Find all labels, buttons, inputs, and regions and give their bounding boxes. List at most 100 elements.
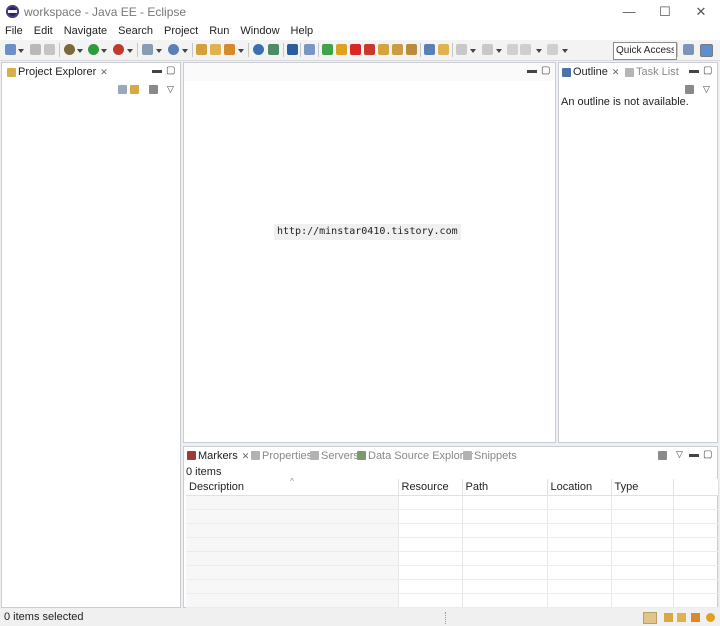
terminate-icon[interactable] (350, 44, 361, 55)
menu-search[interactable]: Search (113, 24, 159, 40)
view-menu-icon[interactable]: ▽ (676, 449, 683, 459)
snippets-icon (463, 451, 472, 460)
resume-icon[interactable] (322, 44, 333, 55)
previous-annotation-icon[interactable] (482, 44, 493, 55)
search-icon[interactable] (224, 44, 235, 55)
external-tools-icon[interactable] (113, 44, 124, 55)
new-class-icon[interactable] (168, 44, 179, 55)
link-with-editor-icon[interactable] (130, 85, 139, 94)
external-tools-dropdown-icon[interactable] (127, 49, 133, 53)
tab-project-explorer[interactable]: Project Explorer ✕ (18, 64, 108, 80)
close-button[interactable]: ✕ (684, 2, 718, 22)
trim-icon[interactable] (691, 613, 700, 622)
close-icon[interactable]: ✕ (100, 67, 108, 77)
outline-tab-header: Outline ✕ Task List ▬ ▢ (559, 63, 717, 81)
quick-access-input[interactable] (613, 42, 677, 60)
minimize-icon[interactable]: ▬ (527, 66, 537, 76)
focus-on-task-icon[interactable] (658, 451, 667, 460)
step-into-icon[interactable] (378, 44, 389, 55)
disconnect-icon[interactable] (364, 44, 375, 55)
close-icon[interactable]: ✕ (612, 67, 620, 77)
tab-markers[interactable]: Markers ✕ (198, 448, 249, 464)
menu-edit[interactable]: Edit (29, 24, 59, 40)
task-icon[interactable] (643, 612, 657, 624)
terminal-icon[interactable] (287, 44, 298, 55)
trim-icon[interactable] (664, 613, 673, 622)
suspend-icon[interactable] (336, 44, 347, 55)
column-resource[interactable]: Resource (398, 479, 463, 496)
tab-task-list[interactable]: Task List (636, 64, 679, 80)
menu-navigate[interactable]: Navigate (59, 24, 113, 40)
run-icon[interactable] (88, 44, 99, 55)
table-row (186, 579, 719, 594)
maximize-icon[interactable]: ▢ (166, 66, 175, 76)
column-filler (673, 479, 719, 496)
column-type[interactable]: Type (611, 479, 674, 496)
step-return-icon[interactable] (406, 44, 417, 55)
menu-run[interactable]: Run (204, 24, 235, 40)
open-type-icon[interactable] (196, 44, 207, 55)
forward-dropdown-icon[interactable] (562, 49, 568, 53)
forward-icon[interactable] (547, 44, 558, 55)
menu-help[interactable]: Help (286, 24, 320, 40)
servers-icon (310, 451, 319, 460)
save-all-icon[interactable] (44, 44, 55, 55)
back-dropdown-icon[interactable] (536, 49, 542, 53)
eclipse-logo-icon (6, 5, 19, 18)
tab-outline[interactable]: Outline ✕ (573, 64, 619, 80)
tab-servers[interactable]: Servers (321, 448, 359, 464)
next-annotation-icon[interactable] (456, 44, 467, 55)
new-server-dropdown-icon[interactable] (156, 49, 162, 53)
maximize-button[interactable]: ☐ (648, 2, 682, 22)
step-over-icon[interactable] (392, 44, 403, 55)
close-icon[interactable]: ✕ (242, 451, 250, 461)
tab-snippets[interactable]: Snippets (474, 448, 517, 464)
minimize-icon[interactable]: ▬ (689, 66, 699, 76)
debug-dropdown-icon[interactable] (77, 49, 83, 53)
new-dropdown-icon[interactable] (18, 49, 24, 53)
trim-icon[interactable] (677, 613, 686, 622)
java-ee-perspective-icon[interactable] (700, 44, 713, 57)
refresh-icon[interactable] (268, 44, 279, 55)
maximize-icon[interactable]: ▢ (541, 66, 550, 76)
open-task-icon[interactable] (210, 44, 221, 55)
new-icon[interactable] (5, 44, 16, 55)
focus-on-task-icon[interactable] (149, 85, 158, 94)
toolbar-separator (452, 43, 453, 57)
skip-breakpoints-icon[interactable] (304, 44, 315, 55)
column-path[interactable]: Path (462, 479, 548, 496)
maximize-icon[interactable]: ▢ (703, 66, 712, 76)
last-edit-icon[interactable] (507, 44, 518, 55)
save-icon[interactable] (30, 44, 41, 55)
minimize-icon[interactable]: ▬ (689, 450, 699, 460)
minimize-button[interactable]: — (612, 2, 646, 22)
collapse-all-icon[interactable] (118, 85, 127, 94)
debug-icon[interactable] (64, 44, 75, 55)
back-icon[interactable] (520, 44, 531, 55)
previous-annotation-dropdown-icon[interactable] (496, 49, 502, 53)
web-browser-icon[interactable] (253, 44, 264, 55)
menu-window[interactable]: Window (235, 24, 285, 40)
minimize-icon[interactable]: ▬ (152, 66, 162, 76)
maximize-icon[interactable]: ▢ (703, 450, 712, 460)
open-perspective-icon[interactable] (424, 44, 435, 55)
new-server-icon[interactable] (142, 44, 153, 55)
column-location[interactable]: Location (547, 479, 612, 496)
trim-icon[interactable] (706, 613, 715, 622)
editor-area: ▬ ▢ (183, 62, 556, 443)
tab-data-source-explorer[interactable]: Data Source Explorer (368, 448, 473, 464)
new-class-dropdown-icon[interactable] (182, 49, 188, 53)
tab-properties[interactable]: Properties (262, 448, 312, 464)
open-perspective-button-icon[interactable] (683, 44, 694, 55)
next-annotation-dropdown-icon[interactable] (470, 49, 476, 53)
table-row (186, 565, 719, 580)
menu-file[interactable]: File (0, 24, 29, 40)
menu-project[interactable]: Project (159, 24, 204, 40)
view-menu-icon[interactable]: ▽ (167, 84, 174, 94)
search-dropdown-icon[interactable] (238, 49, 244, 53)
focus-on-task-icon[interactable] (685, 85, 694, 94)
view-menu-icon[interactable]: ▽ (703, 84, 710, 94)
toggle-mark-icon[interactable] (438, 44, 449, 55)
status-separator (445, 612, 447, 624)
run-dropdown-icon[interactable] (101, 49, 107, 53)
